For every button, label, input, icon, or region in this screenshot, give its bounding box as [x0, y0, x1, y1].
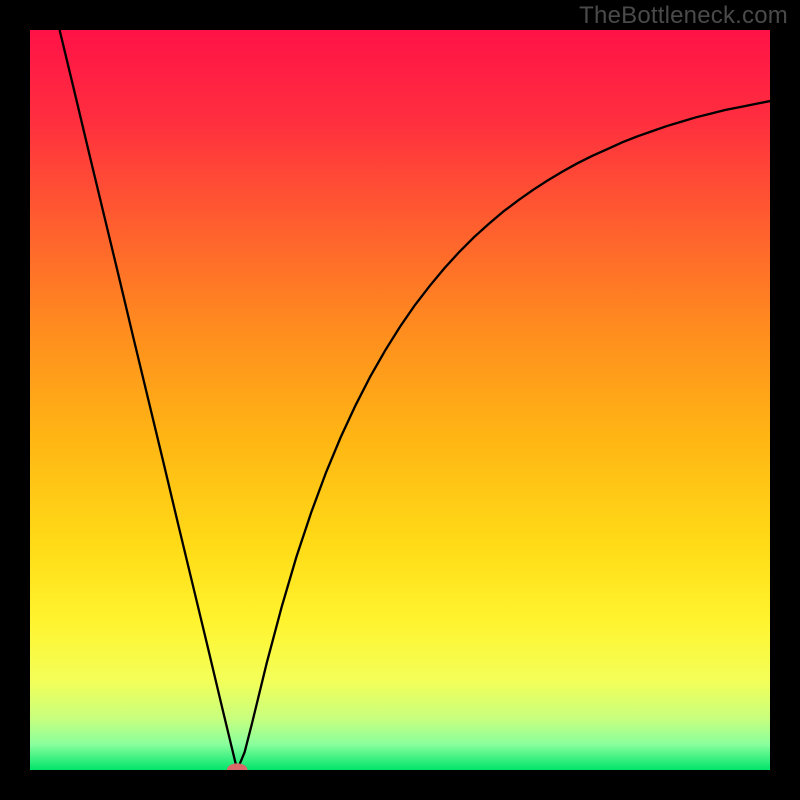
optimal-point-marker: [227, 763, 248, 776]
watermark-text: TheBottleneck.com: [579, 2, 788, 30]
plot-background: [30, 30, 770, 770]
bottleneck-chart: [0, 0, 800, 800]
chart-frame: TheBottleneck.com: [0, 0, 800, 800]
